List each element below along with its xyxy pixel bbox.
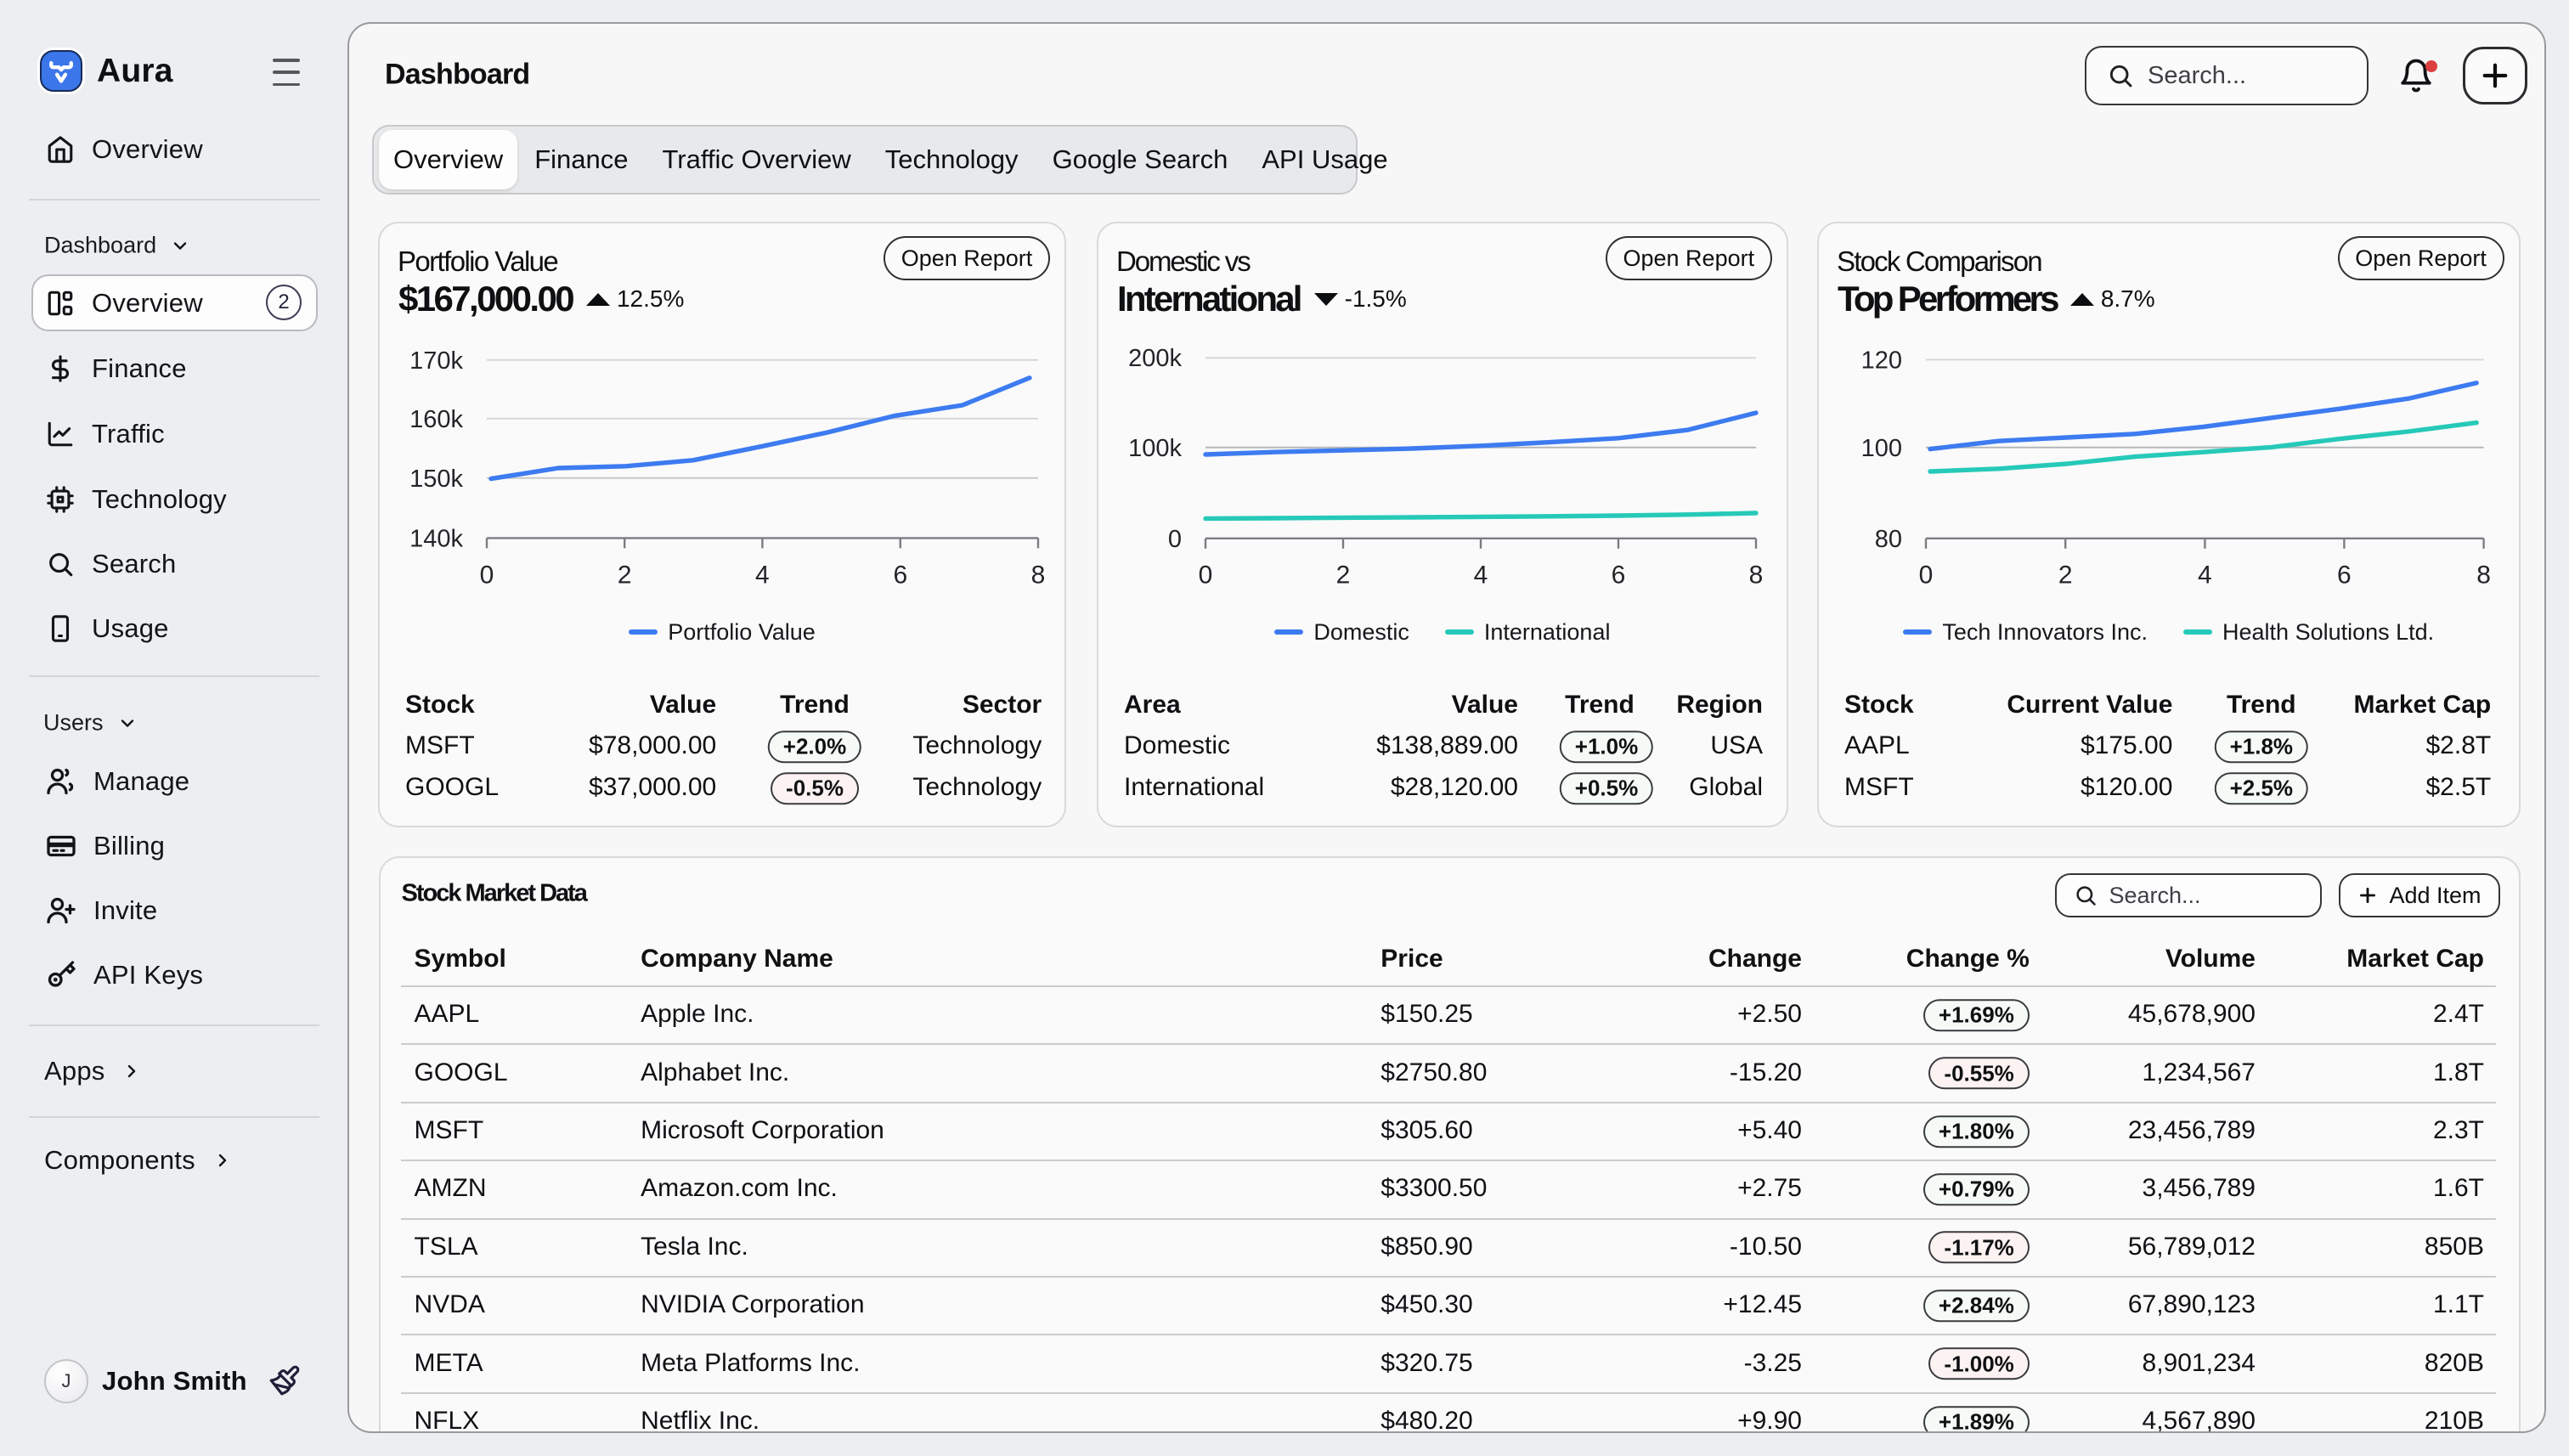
svg-text:6: 6: [2337, 562, 2352, 590]
svg-text:8: 8: [1031, 562, 1046, 590]
svg-text:150k: 150k: [409, 466, 463, 493]
svg-text:8: 8: [1749, 562, 1764, 590]
svg-text:0: 0: [480, 562, 494, 590]
svg-text:2: 2: [618, 562, 632, 590]
svg-text:100: 100: [1861, 435, 1902, 462]
svg-text:200k: 200k: [1128, 345, 1182, 372]
svg-text:120: 120: [1861, 347, 1902, 375]
svg-text:0: 0: [1919, 562, 1934, 590]
svg-text:0: 0: [1199, 562, 1213, 590]
svg-text:4: 4: [1474, 562, 1488, 590]
svg-text:170k: 170k: [409, 347, 463, 375]
svg-text:0: 0: [1168, 526, 1182, 553]
svg-text:140k: 140k: [409, 526, 463, 553]
svg-text:8: 8: [2476, 562, 2491, 590]
svg-text:6: 6: [1612, 562, 1626, 590]
svg-text:4: 4: [2198, 562, 2212, 590]
svg-text:2: 2: [1336, 562, 1351, 590]
svg-text:2: 2: [2058, 562, 2073, 590]
svg-text:4: 4: [755, 562, 770, 590]
svg-text:6: 6: [893, 562, 907, 590]
svg-text:100k: 100k: [1128, 435, 1182, 462]
svg-text:160k: 160k: [409, 406, 463, 433]
svg-text:80: 80: [1875, 526, 1902, 553]
